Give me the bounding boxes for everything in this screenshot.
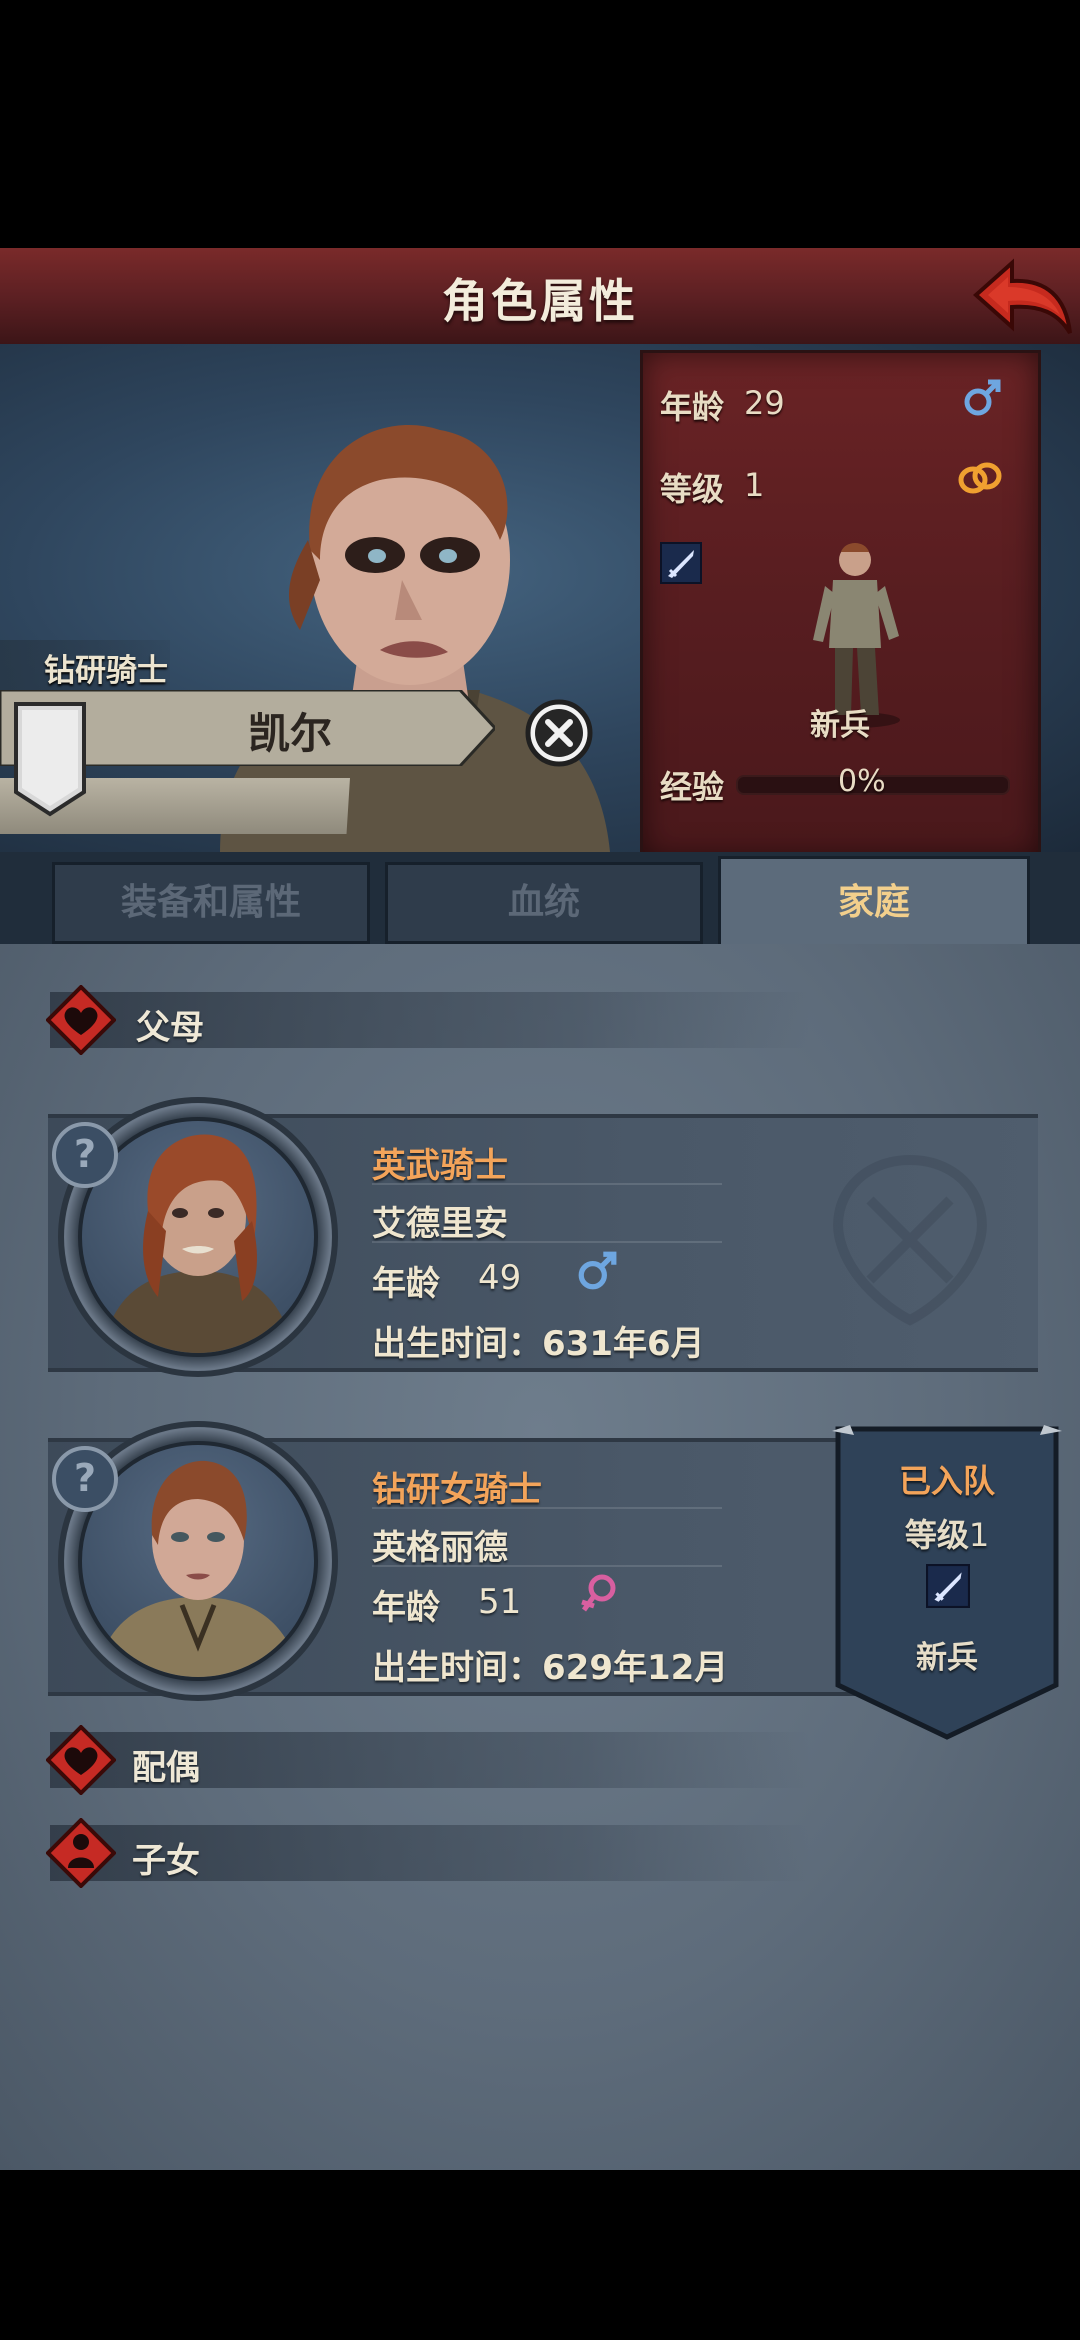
rings-icon	[958, 462, 1002, 494]
exp-percent: 0%	[838, 764, 886, 799]
parent-age-label: 年龄	[372, 1588, 440, 1628]
divider	[372, 1507, 722, 1509]
tab-equipment[interactable]: 装备和属性	[52, 862, 370, 944]
age-value: 29	[744, 384, 785, 422]
hero-class: 钻研骑士	[44, 653, 168, 689]
unit-label: 新兵	[810, 708, 870, 743]
shield-icon	[14, 702, 86, 817]
unknown-parent-icon[interactable]: ?	[52, 1122, 118, 1188]
spouse-label: 配偶	[132, 1748, 200, 1788]
level-value: 1	[744, 466, 765, 504]
level-label: 等级	[660, 470, 725, 508]
joined-level-value: 1	[968, 1516, 990, 1554]
divider	[372, 1241, 722, 1243]
hero-name: 凯尔	[247, 709, 332, 758]
parent-age: 49	[478, 1258, 522, 1298]
unknown-parent-icon[interactable]: ?	[52, 1446, 118, 1512]
joined-level-label: 等级	[904, 1516, 969, 1554]
divider	[372, 1183, 722, 1185]
joined-status: 已入队	[898, 1462, 995, 1500]
sword-icon	[660, 542, 702, 584]
parent-name: 英格丽德	[372, 1528, 508, 1568]
page-title: 角色属性	[442, 274, 638, 328]
back-arrow-icon[interactable]	[968, 255, 1074, 339]
parent-title: 钻研女骑士	[372, 1470, 542, 1510]
parent-age: 51	[478, 1582, 522, 1622]
parent-birth: 出生时间：629年12月	[372, 1648, 729, 1688]
sword-icon	[926, 1564, 970, 1608]
age-label: 年龄	[660, 388, 725, 426]
male-icon	[578, 1251, 617, 1290]
divider	[372, 1565, 722, 1567]
female-icon	[581, 1574, 616, 1612]
parent-title: 英武骑士	[372, 1146, 508, 1186]
knot-emblem	[833, 1154, 987, 1326]
close-icon[interactable]	[524, 698, 594, 768]
exp-label: 经验	[660, 768, 725, 806]
heart-icon	[46, 1725, 116, 1795]
parents-label: 父母	[136, 1008, 204, 1048]
parent-birth: 出生时间：631年6月	[372, 1324, 705, 1364]
parent-name: 艾德里安	[372, 1204, 508, 1244]
joined-level: 等级1	[832, 1510, 1062, 1556]
child-icon	[46, 1818, 116, 1888]
joined-unit: 新兵	[916, 1640, 978, 1676]
bottom-letterbox	[0, 2170, 1080, 2340]
parent-age-label: 年龄	[372, 1264, 440, 1304]
heart-icon	[46, 985, 116, 1055]
male-icon	[964, 379, 1001, 416]
tab-family[interactable]: 家庭	[718, 856, 1030, 947]
tab-bloodline[interactable]: 血统	[385, 862, 703, 944]
children-label: 子女	[132, 1841, 200, 1881]
